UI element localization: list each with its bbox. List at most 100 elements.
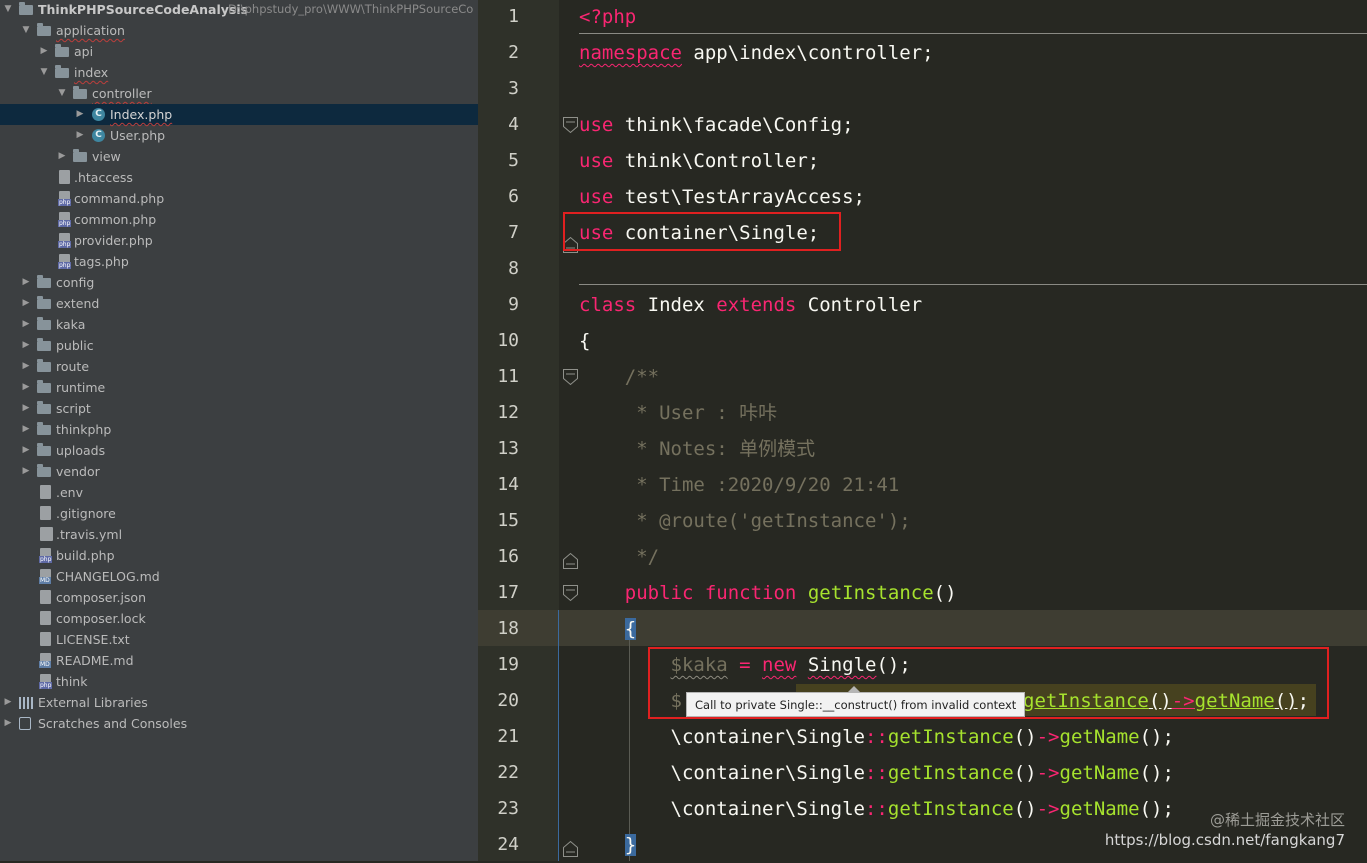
code-line-6[interactable]: use test\TestArrayAccess; <box>579 179 865 215</box>
chevron-right-icon[interactable]: ▶ <box>20 419 32 440</box>
method-separator <box>579 33 1367 34</box>
chevron-right-icon[interactable]: ▶ <box>38 41 50 62</box>
code-keyword: function <box>704 582 797 604</box>
code-line-9[interactable]: class Index extends Controller <box>579 287 922 323</box>
chevron-right-icon[interactable]: ▶ <box>20 461 32 482</box>
chevron-right-icon[interactable]: ▶ <box>2 692 14 713</box>
tree-item-label: .htaccess <box>74 170 133 185</box>
tree-item-think[interactable]: think <box>0 671 478 692</box>
tree-item-composer-lock[interactable]: composer.lock <box>0 608 478 629</box>
chevron-right-icon[interactable]: ▶ <box>20 272 32 293</box>
tree-item-build-php[interactable]: build.php <box>0 545 478 566</box>
tree-item-scratches[interactable]: ▶ Scratches and Consoles <box>0 713 478 734</box>
tree-item-composer-json[interactable]: composer.json <box>0 587 478 608</box>
code-line-14[interactable]: * Time :2020/9/20 21:41 <box>579 467 899 503</box>
tree-item-env[interactable]: .env <box>0 482 478 503</box>
code-function-name: getInstance <box>887 762 1014 784</box>
chevron-down-icon[interactable]: ▼ <box>20 20 32 41</box>
code-line-15[interactable]: * @route('getInstance'); <box>579 503 911 539</box>
yaml-file-icon <box>40 527 53 541</box>
tree-item-external-libraries[interactable]: ▶ External Libraries <box>0 692 478 713</box>
chevron-right-icon[interactable]: ▶ <box>20 335 32 356</box>
libraries-icon <box>19 697 33 709</box>
chevron-right-icon[interactable]: ▶ <box>74 125 86 146</box>
chevron-right-icon[interactable]: ▶ <box>20 314 32 335</box>
code-line-4[interactable]: use think\facade\Config; <box>579 107 854 143</box>
chevron-right-icon[interactable]: ▶ <box>20 377 32 398</box>
code-line-12[interactable]: * User : 咔咔 <box>579 395 777 431</box>
tree-item-provider-php[interactable]: provider.php <box>0 230 478 251</box>
code-line-24[interactable]: } <box>579 827 637 863</box>
tree-item-changelog-md[interactable]: CHANGELOG.md <box>0 566 478 587</box>
line-number: 8 <box>508 258 519 279</box>
php-file-icon <box>58 212 72 227</box>
code-line-11[interactable]: /** <box>579 359 659 395</box>
chevron-right-icon[interactable]: ▶ <box>2 713 14 734</box>
code-text: Index <box>636 294 717 316</box>
code-line-1[interactable]: <?php <box>579 0 636 35</box>
tree-item-api[interactable]: ▶ api <box>0 41 478 62</box>
code-line-18[interactable]: { <box>579 611 637 647</box>
tree-item-controller[interactable]: ▼ controller <box>0 83 478 104</box>
chevron-down-icon[interactable]: ▼ <box>38 62 50 83</box>
code-line-17[interactable]: public function getInstance() <box>579 575 957 611</box>
tree-item-gitignore[interactable]: .gitignore <box>0 503 478 524</box>
tree-item-thinkphp[interactable]: ▶ thinkphp <box>0 419 478 440</box>
tree-item-kaka[interactable]: ▶ kaka <box>0 314 478 335</box>
tree-item-script[interactable]: ▶ script <box>0 398 478 419</box>
tree-item-travis-yml[interactable]: .travis.yml <box>0 524 478 545</box>
chevron-right-icon[interactable]: ▶ <box>20 356 32 377</box>
tree-item-application[interactable]: ▼ application <box>0 20 478 41</box>
chevron-right-icon[interactable]: ▶ <box>56 146 68 167</box>
tree-item-runtime[interactable]: ▶ runtime <box>0 377 478 398</box>
code-function-name: getName <box>1059 726 1140 748</box>
code-line-2[interactable]: namespace app\index\controller; <box>579 35 934 71</box>
code-operator: -> <box>1036 762 1060 784</box>
tree-item-view[interactable]: ▶ view <box>0 146 478 167</box>
tree-item-route[interactable]: ▶ route <box>0 356 478 377</box>
markdown-file-icon <box>39 569 51 584</box>
code-keyword: use <box>579 114 614 136</box>
code-line-23[interactable]: \container\Single::getInstance()->getNam… <box>579 791 1174 827</box>
tree-item-tags-php[interactable]: tags.php <box>0 251 478 272</box>
scratches-icon <box>19 717 31 730</box>
tree-item-index[interactable]: ▼ index <box>0 62 478 83</box>
tree-item-command-php[interactable]: command.php <box>0 188 478 209</box>
tree-item-common-php[interactable]: common.php <box>0 209 478 230</box>
code-line-16[interactable]: */ <box>579 539 659 575</box>
code-line-22[interactable]: \container\Single::getInstance()->getNam… <box>579 755 1174 791</box>
tree-item-readme-md[interactable]: README.md <box>0 650 478 671</box>
chevron-down-icon[interactable]: ▼ <box>56 83 68 104</box>
chevron-down-icon[interactable]: ▼ <box>2 0 14 20</box>
code-line-10[interactable]: { <box>579 323 590 359</box>
tree-item-vendor[interactable]: ▶ vendor <box>0 461 478 482</box>
tree-item-label: composer.lock <box>56 611 146 626</box>
tree-item-config[interactable]: ▶ config <box>0 272 478 293</box>
line-number: 6 <box>508 186 519 207</box>
tree-item-label: composer.json <box>56 590 147 605</box>
tree-item-htaccess[interactable]: .htaccess <box>0 167 478 188</box>
line-number: 16 <box>497 546 519 567</box>
tree-item-uploads[interactable]: ▶ uploads <box>0 440 478 461</box>
tree-item-extend[interactable]: ▶ extend <box>0 293 478 314</box>
folder-icon <box>37 359 51 372</box>
tree-item-index-php[interactable]: ▶ C Index.php <box>0 104 478 125</box>
chevron-right-icon[interactable]: ▶ <box>20 293 32 314</box>
tree-root[interactable]: ▼ ThinkPHPSourceCodeAnalysis D:\phpstudy… <box>0 0 478 20</box>
code-line-21[interactable]: \container\Single::getInstance()->getNam… <box>579 719 1174 755</box>
code-line-5[interactable]: use think\Controller; <box>579 143 819 179</box>
tree-item-user-php[interactable]: ▶ C User.php <box>0 125 478 146</box>
code-line-13[interactable]: * Notes: 单例模式 <box>579 431 815 467</box>
tree-item-label: extend <box>56 296 100 311</box>
code-function-name: getName <box>1059 762 1140 784</box>
tree-item-license-txt[interactable]: LICENSE.txt <box>0 629 478 650</box>
chevron-right-icon[interactable]: ▶ <box>74 104 86 125</box>
tree-item-public[interactable]: ▶ public <box>0 335 478 356</box>
chevron-right-icon[interactable]: ▶ <box>20 440 32 461</box>
chevron-right-icon[interactable]: ▶ <box>20 398 32 419</box>
code-comment: * Notes: 单例模式 <box>579 438 816 460</box>
htaccess-file-icon <box>59 170 70 184</box>
